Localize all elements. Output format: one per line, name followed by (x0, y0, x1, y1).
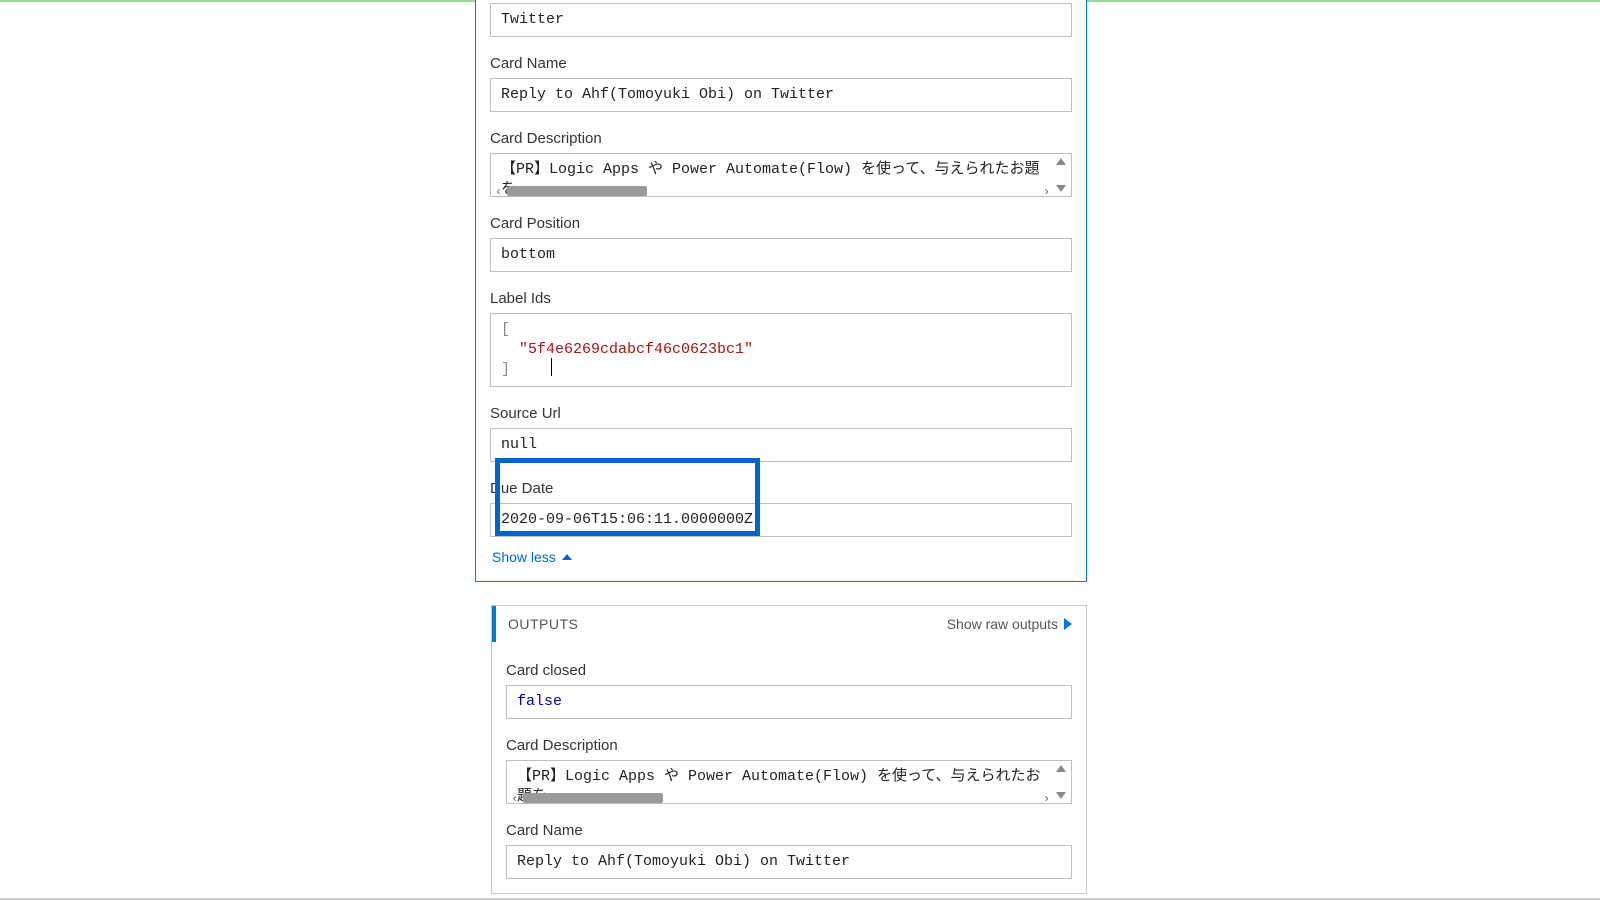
scrollbar-horizontal[interactable]: ‹ › (497, 184, 1053, 194)
outputs-card: OUTPUTS Show raw outputs Card closed fal… (491, 605, 1087, 894)
field-label-ids: Label Ids [ "5f4e6269cdabcf46c0623bc1" ] (490, 288, 1072, 387)
json-open-bracket: [ (501, 321, 510, 338)
show-raw-outputs-link[interactable]: Show raw outputs (947, 616, 1072, 632)
text-caret (551, 358, 552, 376)
scroll-down-icon[interactable] (1056, 792, 1066, 799)
scroll-down-icon[interactable] (1056, 185, 1066, 192)
field-value[interactable]: false (506, 685, 1072, 719)
chevron-up-icon (562, 554, 572, 560)
field-label: Card Name (490, 53, 1072, 78)
json-close-bracket: ] (501, 361, 510, 378)
field-due-date: Due Date 2020-09-06T15:06:11.0000000Z (490, 478, 1072, 537)
card-closed-value: false (517, 693, 562, 710)
field-label: Card Description (506, 735, 1072, 760)
scroll-left-icon[interactable]: ‹ (495, 182, 507, 194)
scroll-thumb[interactable] (523, 793, 663, 803)
field-board-or-source: Twitter (490, 3, 1072, 37)
field-value[interactable]: 【PR】Logic Apps や Power Automate(Flow) を使… (490, 153, 1072, 197)
chevron-right-icon (1064, 618, 1072, 630)
field-card-description: Card Description 【PR】Logic Apps や Power … (490, 128, 1072, 197)
scroll-up-icon[interactable] (1056, 765, 1066, 772)
field-value[interactable]: bottom (490, 238, 1072, 272)
field-value[interactable]: 2020-09-06T15:06:11.0000000Z (490, 503, 1072, 537)
scrollbar-vertical[interactable] (1053, 763, 1069, 801)
scroll-right-icon[interactable]: › (1043, 182, 1055, 194)
scroll-up-icon[interactable] (1056, 158, 1066, 165)
field-value[interactable]: null (490, 428, 1072, 462)
field-card-name: Card Name Reply to Ahf(Tomoyuki Obi) on … (490, 53, 1072, 112)
field-value[interactable]: Reply to Ahf(Tomoyuki Obi) on Twitter (506, 845, 1072, 879)
scroll-left-icon[interactable]: ‹ (511, 789, 523, 801)
field-label: Card closed (506, 660, 1072, 685)
field-value[interactable]: 【PR】Logic Apps や Power Automate(Flow) を使… (506, 760, 1072, 804)
label-id-value: "5f4e6269cdabcf46c0623bc1" (519, 341, 753, 358)
inputs-card: Twitter Card Name Reply to Ahf(Tomoyuki … (475, 0, 1087, 582)
field-value[interactable]: [ "5f4e6269cdabcf46c0623bc1" ] (490, 313, 1072, 387)
field-card-name-out: Card Name Reply to Ahf(Tomoyuki Obi) on … (506, 820, 1072, 879)
scroll-right-icon[interactable]: › (1043, 789, 1055, 801)
field-label: Label Ids (490, 288, 1072, 313)
field-label: Source Url (490, 403, 1072, 428)
field-label: Card Name (506, 820, 1072, 845)
scrollbar-vertical[interactable] (1053, 156, 1069, 194)
field-value[interactable]: Twitter (490, 3, 1072, 37)
field-label: Due Date (490, 478, 1072, 503)
outputs-header: OUTPUTS Show raw outputs (492, 606, 1086, 642)
show-raw-outputs-text: Show raw outputs (947, 616, 1058, 632)
field-card-closed: Card closed false (506, 660, 1072, 719)
show-less-text: Show less (492, 549, 556, 565)
field-card-description-out: Card Description 【PR】Logic Apps や Power … (506, 735, 1072, 804)
field-source-url: Source Url null (490, 403, 1072, 462)
field-label: Card Description (490, 128, 1072, 153)
field-label: Card Position (490, 213, 1072, 238)
field-value[interactable]: Reply to Ahf(Tomoyuki Obi) on Twitter (490, 78, 1072, 112)
scrollbar-horizontal[interactable]: ‹ › (513, 791, 1053, 801)
outputs-title: OUTPUTS (508, 616, 578, 632)
field-card-position: Card Position bottom (490, 213, 1072, 272)
show-less-link[interactable]: Show less (492, 549, 572, 565)
scroll-thumb[interactable] (507, 186, 647, 196)
